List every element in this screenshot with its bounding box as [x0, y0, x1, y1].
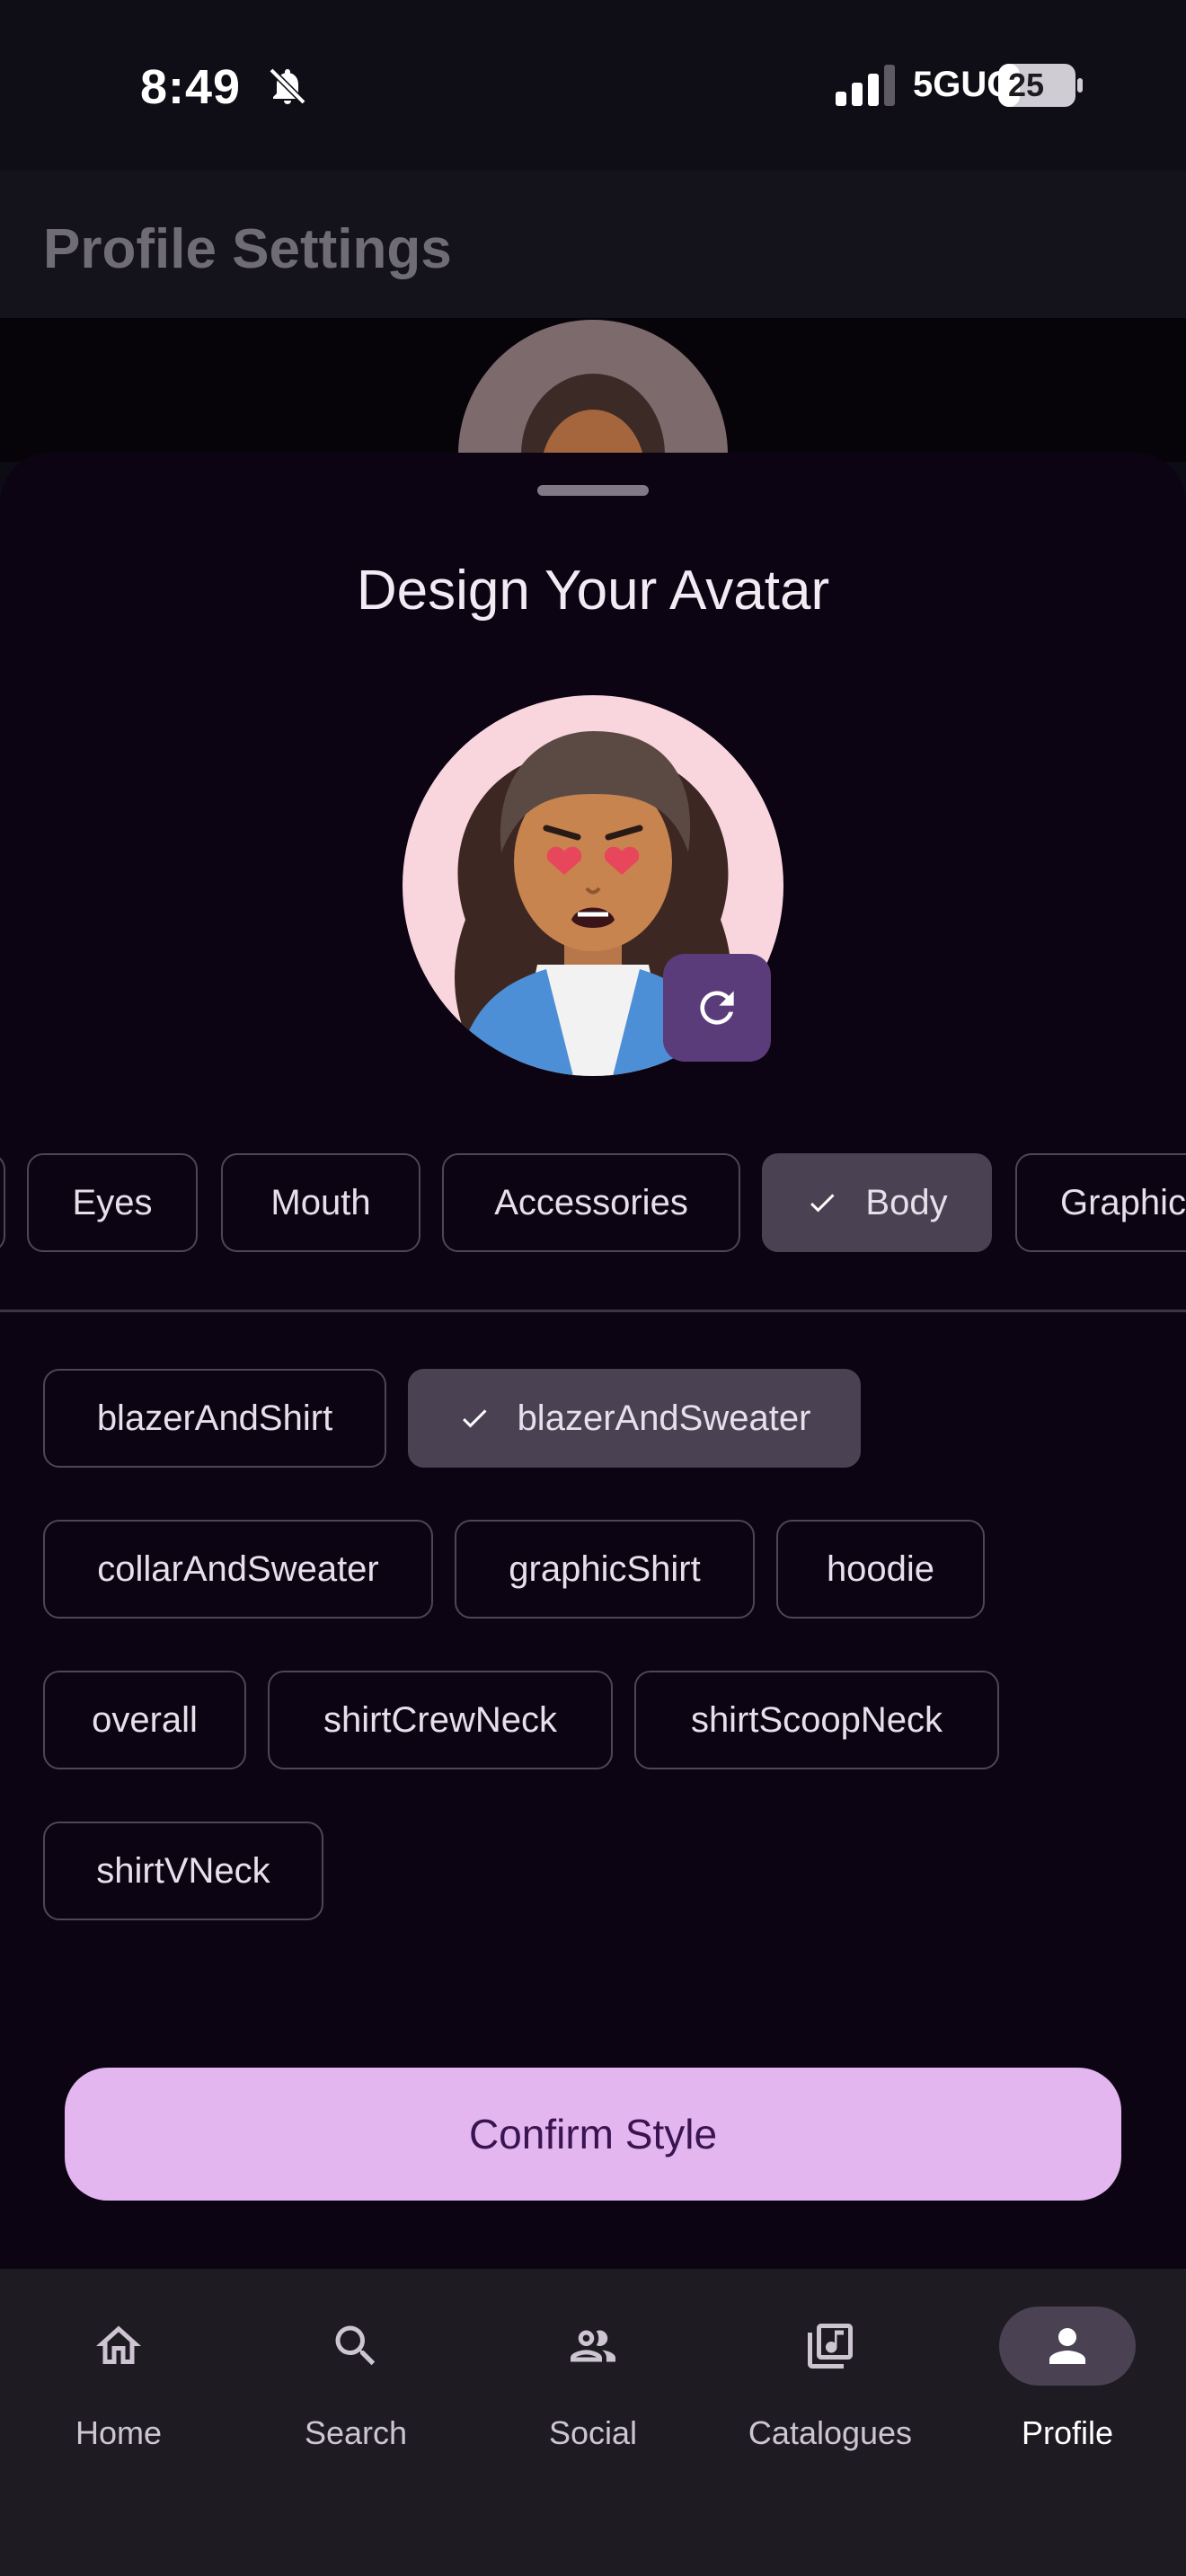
option-shirt-crew-neck[interactable]: shirtCrewNeck — [268, 1671, 613, 1769]
divider — [0, 1310, 1186, 1312]
tab-label: Body — [865, 1182, 948, 1222]
tab-body[interactable]: Body — [762, 1153, 992, 1252]
tab-mouth[interactable]: Mouth — [221, 1153, 420, 1252]
bottom-nav: Home Search Social Catalogues Profile — [0, 2269, 1186, 2576]
app-bar: Profile Settings — [0, 171, 1186, 318]
option-label: overall — [92, 1699, 198, 1740]
tab-graphic[interactable]: Graphic — [1015, 1153, 1186, 1252]
nav-label: Catalogues — [748, 2414, 913, 2451]
tab-label: Accessories — [494, 1182, 688, 1222]
option-shirt-scoop-neck[interactable]: shirtScoopNeck — [634, 1671, 999, 1769]
category-tabs: Eyes Mouth Accessories Body Graphic — [0, 1153, 1186, 1254]
option-label: hoodie — [826, 1548, 935, 1589]
option-label: blazerAndSweater — [517, 1398, 811, 1438]
bell-off-icon — [269, 67, 306, 105]
refresh-button[interactable] — [663, 954, 771, 1062]
option-label: shirtScoopNeck — [690, 1699, 943, 1740]
nav-label: Profile — [1021, 2414, 1114, 2451]
option-overall[interactable]: overall — [43, 1671, 246, 1769]
option-shirt-v-neck[interactable]: shirtVNeck — [43, 1822, 323, 1920]
status-time: 8:49 — [140, 60, 242, 114]
nav-home[interactable]: Home — [0, 2269, 237, 2466]
page-title: Profile Settings — [43, 218, 452, 280]
option-hoodie[interactable]: hoodie — [776, 1520, 985, 1619]
nav-label: Search — [304, 2414, 408, 2451]
signal-icon — [836, 65, 895, 106]
people-icon — [571, 2330, 615, 2362]
option-label: shirtVNeck — [96, 1850, 270, 1891]
option-graphic-shirt[interactable]: graphicShirt — [455, 1520, 755, 1619]
tab-eyes[interactable]: Eyes — [27, 1153, 198, 1252]
option-blazer-and-shirt[interactable]: blazerAndShirt — [43, 1369, 386, 1468]
library-music-icon — [808, 2324, 853, 2369]
check-icon — [462, 1409, 487, 1428]
status-bar: 8:49 5GUC 25 — [0, 0, 1186, 171]
avatar-sheet: Design Your Avatar Eyes Mouth Accessorie… — [0, 453, 1186, 2269]
nav-social[interactable]: Social — [474, 2269, 712, 2466]
confirm-style-button[interactable]: Confirm Style — [65, 2068, 1121, 2201]
sheet-title: Design Your Avatar — [356, 560, 830, 622]
nav-label: Social — [548, 2414, 638, 2451]
nav-label: Home — [75, 2414, 163, 2451]
battery-level: 25 — [1008, 66, 1045, 103]
home-icon — [96, 2325, 141, 2364]
tab-label: Mouth — [270, 1182, 371, 1222]
option-label: shirtCrewNeck — [323, 1699, 558, 1740]
drag-handle[interactable] — [537, 485, 649, 496]
tab-accessories[interactable]: Accessories — [442, 1153, 740, 1252]
option-label: blazerAndShirt — [96, 1398, 333, 1438]
person-icon — [1049, 2328, 1085, 2364]
nav-catalogues[interactable]: Catalogues — [712, 2269, 949, 2466]
nav-profile[interactable]: Profile — [949, 2269, 1186, 2466]
tab-label: Eyes — [72, 1182, 153, 1222]
tab-hidden-previous[interactable] — [0, 1153, 5, 1252]
option-blazer-and-sweater[interactable]: blazerAndSweater — [408, 1369, 861, 1468]
option-label: graphicShirt — [509, 1548, 701, 1589]
option-label: collarAndSweater — [97, 1548, 379, 1589]
tab-label: Graphic — [1060, 1182, 1186, 1222]
refresh-icon — [700, 991, 734, 1025]
search-icon — [335, 2325, 376, 2366]
nav-search[interactable]: Search — [237, 2269, 474, 2466]
option-collar-and-sweater[interactable]: collarAndSweater — [43, 1520, 433, 1619]
check-icon — [810, 1194, 835, 1213]
